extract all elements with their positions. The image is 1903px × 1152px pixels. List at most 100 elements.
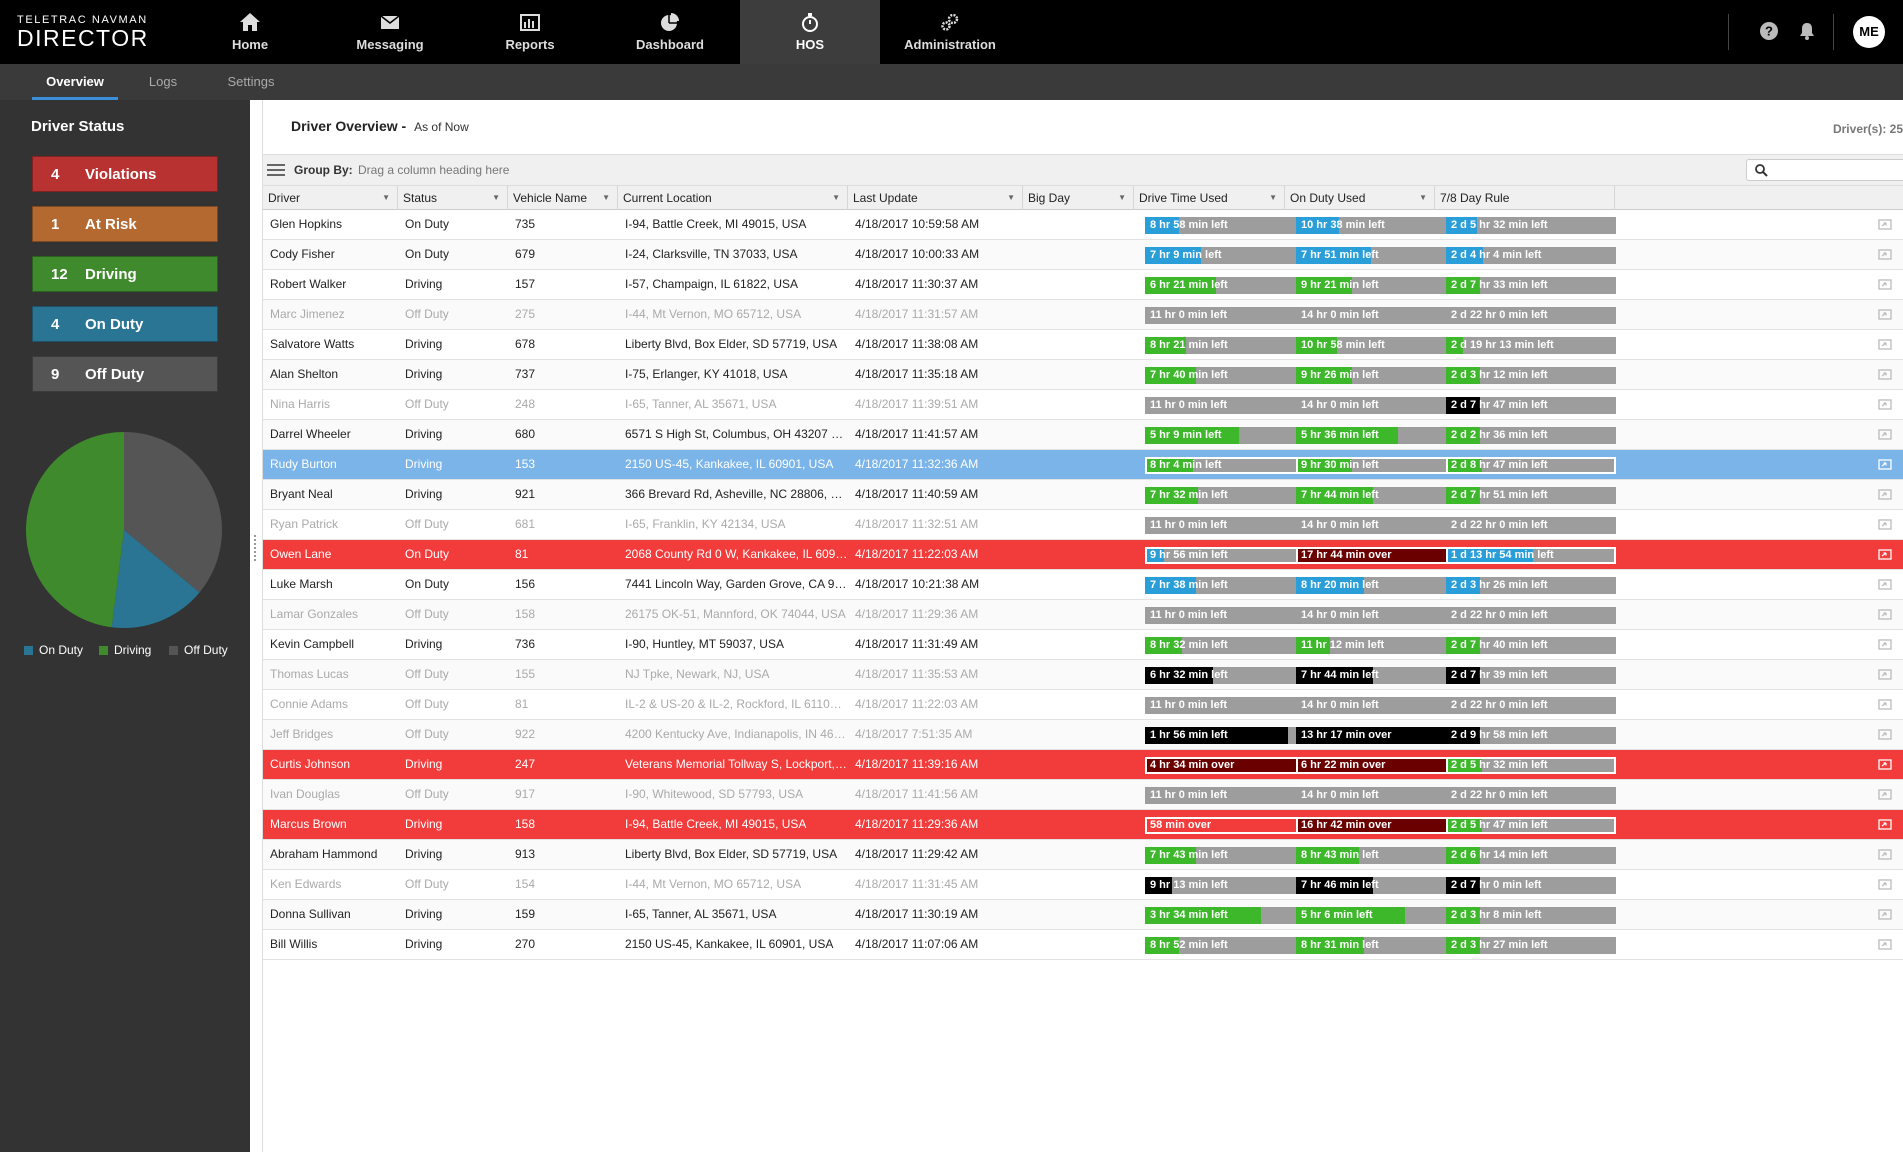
day-rule-bar[interactable]: 2 d 22 hr 0 min left (1446, 607, 1616, 624)
nav-messaging[interactable]: Messaging (320, 0, 460, 64)
row-message-icon[interactable] (1878, 939, 1892, 950)
on-duty-bar[interactable]: 14 hr 0 min left (1296, 517, 1466, 534)
table-row[interactable]: Nina Harris Off Duty 248 I-65, Tanner, AL 3… (263, 390, 1903, 420)
drive-time-bar[interactable]: 11 hr 0 min left (1145, 607, 1315, 624)
day-rule-bar[interactable]: 2 d 22 hr 0 min left (1446, 307, 1616, 324)
table-row[interactable]: Luke Marsh On Duty 156 7441 Lincoln Way, Ga… (263, 570, 1903, 600)
day-rule-bar[interactable]: 1 d 13 hr 54 min left (1446, 547, 1616, 564)
day-rule-bar[interactable]: 2 d 7 hr 40 min left (1446, 637, 1616, 654)
drive-time-bar[interactable]: 6 hr 32 min left (1145, 667, 1315, 684)
filter-icon[interactable]: ▼ (1007, 186, 1015, 210)
drive-time-bar[interactable]: 7 hr 32 min left (1145, 487, 1315, 504)
table-row[interactable]: Abraham Hammond Driving 913 Liberty Blvd, B… (263, 840, 1903, 870)
row-message-icon[interactable] (1878, 819, 1892, 830)
on-duty-bar[interactable]: 5 hr 6 min left (1296, 907, 1466, 924)
on-duty-bar[interactable]: 14 hr 0 min left (1296, 697, 1466, 714)
row-message-icon[interactable] (1878, 219, 1892, 230)
day-rule-bar[interactable]: 2 d 3 hr 12 min left (1446, 367, 1616, 384)
on-duty-bar[interactable]: 11 hr 12 min left (1296, 637, 1466, 654)
drive-time-bar[interactable]: 11 hr 0 min left (1145, 307, 1315, 324)
on-duty-bar[interactable]: 7 hr 46 min left (1296, 877, 1466, 894)
on-duty-bar[interactable]: 14 hr 0 min left (1296, 307, 1466, 324)
filter-icon[interactable]: ▼ (492, 186, 500, 210)
on-duty-bar[interactable]: 7 hr 51 min left (1296, 247, 1466, 264)
nav-hos[interactable]: HOS (740, 0, 880, 64)
drive-time-bar[interactable]: 11 hr 0 min left (1145, 787, 1315, 804)
drive-time-bar[interactable]: 7 hr 9 min left (1145, 247, 1315, 264)
table-row[interactable]: Ivan Douglas Off Duty 917 I-90, Whitewood, … (263, 780, 1903, 810)
day-rule-bar[interactable]: 2 d 7 hr 51 min left (1446, 487, 1616, 504)
drive-time-bar[interactable]: 7 hr 40 min left (1145, 367, 1315, 384)
day-rule-bar[interactable]: 2 d 7 hr 47 min left (1446, 397, 1616, 414)
on-duty-bar[interactable]: 9 hr 21 min left (1296, 277, 1466, 294)
row-message-icon[interactable] (1878, 639, 1892, 650)
on-duty-bar[interactable]: 8 hr 31 min left (1296, 937, 1466, 954)
on-duty-bar[interactable]: 13 hr 17 min over (1296, 727, 1466, 744)
nav-dashboard[interactable]: Dashboard (600, 0, 740, 64)
filter-icon[interactable]: ▼ (1269, 186, 1277, 210)
table-row[interactable]: Ryan Patrick Off Duty 681 I-65, Franklin, K… (263, 510, 1903, 540)
drive-time-bar[interactable]: 7 hr 43 min left (1145, 847, 1315, 864)
day-rule-bar[interactable]: 2 d 2 hr 36 min left (1446, 427, 1616, 444)
status-filter-off-duty[interactable]: 9 Off Duty (32, 356, 218, 392)
on-duty-bar[interactable]: 7 hr 44 min left (1296, 487, 1466, 504)
on-duty-bar[interactable]: 9 hr 26 min left (1296, 367, 1466, 384)
nav-administration[interactable]: Administration (880, 0, 1020, 64)
on-duty-bar[interactable]: 5 hr 36 min left (1296, 427, 1466, 444)
row-message-icon[interactable] (1878, 879, 1892, 890)
day-rule-bar[interactable]: 2 d 3 hr 26 min left (1446, 577, 1616, 594)
table-row[interactable]: Salvatore Watts Driving 678 Liberty Blvd, B… (263, 330, 1903, 360)
table-row[interactable]: Alan Shelton Driving 737 I-75, Erlanger, KY… (263, 360, 1903, 390)
search-box[interactable] (1746, 159, 1903, 181)
column-header-vehicle-name[interactable]: Vehicle Name ▼ (508, 186, 618, 210)
drive-time-bar[interactable]: 3 hr 34 min left (1145, 907, 1315, 924)
drive-time-bar[interactable]: 58 min over (1145, 817, 1315, 834)
filter-icon[interactable]: ▼ (1118, 186, 1126, 210)
status-filter-at-risk[interactable]: 1 At Risk (32, 206, 218, 242)
column-header-last-update[interactable]: Last Update ▼ (848, 186, 1023, 210)
row-message-icon[interactable] (1878, 789, 1892, 800)
status-filter-driving[interactable]: 12 Driving (32, 256, 218, 292)
day-rule-bar[interactable]: 2 d 6 hr 14 min left (1446, 847, 1616, 864)
table-row[interactable]: Rudy Burton Driving 153 2150 US-45, Kankake… (263, 450, 1903, 480)
row-message-icon[interactable] (1878, 729, 1892, 740)
group-by-bar[interactable]: Group By: Drag a column heading here (263, 154, 1903, 186)
bell-icon[interactable] (1797, 21, 1817, 41)
day-rule-bar[interactable]: 2 d 8 hr 47 min left (1446, 457, 1616, 474)
tab-overview[interactable]: Overview (32, 64, 118, 100)
day-rule-bar[interactable]: 2 d 3 hr 8 min left (1446, 907, 1616, 924)
table-row[interactable]: Lamar Gonzales Off Duty 158 26175 OK-51, Ma… (263, 600, 1903, 630)
day-rule-bar[interactable]: 2 d 5 hr 32 min left (1446, 217, 1616, 234)
panel-splitter[interactable] (250, 100, 262, 1152)
on-duty-bar[interactable]: 8 hr 20 min left (1296, 577, 1466, 594)
tab-settings[interactable]: Settings (218, 64, 284, 100)
row-message-icon[interactable] (1878, 909, 1892, 920)
nav-home[interactable]: Home (180, 0, 320, 64)
row-message-icon[interactable] (1878, 759, 1892, 770)
menu-icon[interactable] (267, 163, 285, 177)
drive-time-bar[interactable]: 8 hr 52 min left (1145, 937, 1315, 954)
row-message-icon[interactable] (1878, 399, 1892, 410)
table-row[interactable]: Glen Hopkins On Duty 735 I-94, Battle Creek… (263, 210, 1903, 240)
table-row[interactable]: Robert Walker Driving 157 I-57, Champaign, … (263, 270, 1903, 300)
row-message-icon[interactable] (1878, 429, 1892, 440)
column-header-drive-time-used[interactable]: Drive Time Used ▼ (1134, 186, 1285, 210)
table-row[interactable]: Ken Edwards Off Duty 154 I-44, Mt Vernon, M… (263, 870, 1903, 900)
day-rule-bar[interactable]: 2 d 3 hr 27 min left (1446, 937, 1616, 954)
splitter-handle[interactable] (254, 535, 257, 561)
on-duty-bar[interactable]: 14 hr 0 min left (1296, 787, 1466, 804)
on-duty-bar[interactable]: 10 hr 58 min left (1296, 337, 1466, 354)
drive-time-bar[interactable]: 11 hr 0 min left (1145, 517, 1315, 534)
row-message-icon[interactable] (1878, 309, 1892, 320)
table-row[interactable]: Connie Adams Off Duty 81 IL-2 & US-20 & IL-… (263, 690, 1903, 720)
on-duty-bar[interactable]: 16 hr 42 min over (1296, 817, 1466, 834)
drive-time-bar[interactable]: 11 hr 0 min left (1145, 397, 1315, 414)
day-rule-bar[interactable]: 2 d 9 hr 58 min left (1446, 727, 1616, 744)
drive-time-bar[interactable]: 7 hr 38 min left (1145, 577, 1315, 594)
on-duty-bar[interactable]: 17 hr 44 min over (1296, 547, 1466, 564)
drive-time-bar[interactable]: 9 hr 56 min left (1145, 547, 1315, 564)
day-rule-bar[interactable]: 2 d 22 hr 0 min left (1446, 787, 1616, 804)
row-message-icon[interactable] (1878, 369, 1892, 380)
drive-time-bar[interactable]: 1 hr 56 min left (1145, 727, 1315, 744)
brand-logo[interactable]: TELETRAC NAVMAN DIRECTOR (17, 14, 149, 50)
